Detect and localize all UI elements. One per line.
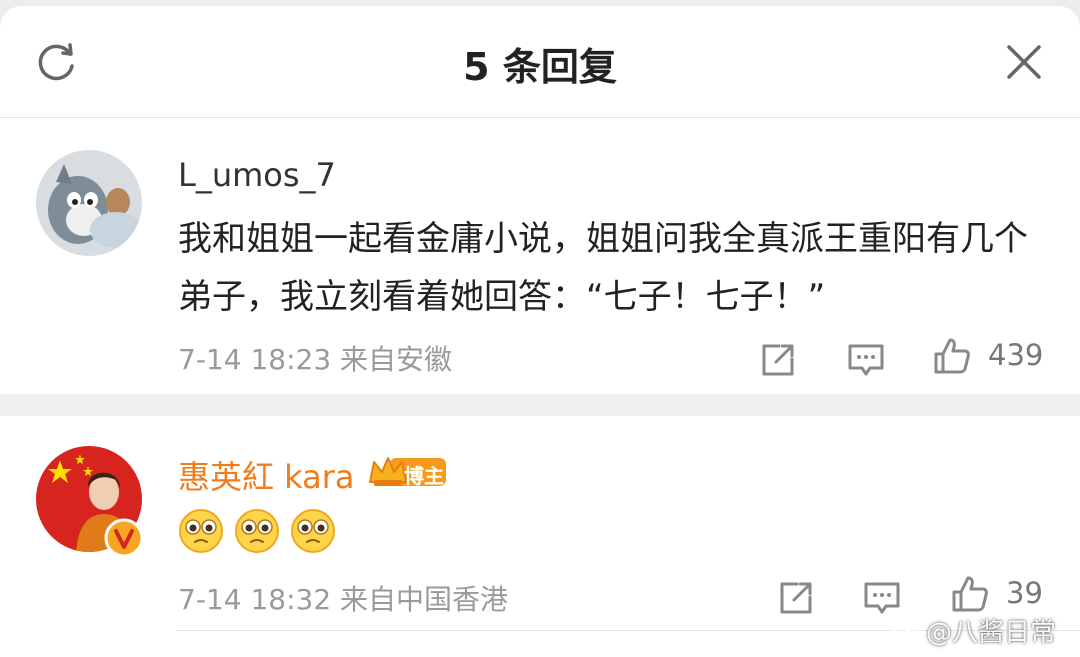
comment-username[interactable]: L_umos_7 xyxy=(178,156,336,194)
tearful-face-emoji xyxy=(291,509,335,553)
section-divider xyxy=(0,394,1080,416)
watermark-text: @八酱日常 xyxy=(926,618,1057,648)
page-title: 5 条回复 xyxy=(463,45,617,89)
comment-meta: 7-14 18:32 来自中国香港 xyxy=(178,578,508,618)
replies-sheet: 5 条回复 L_umos_7 我和姐姐一起看金庸小说，姐姐问我全真派王重阳有几个… xyxy=(0,6,1080,657)
sheet-header: 5 条回复 xyxy=(0,6,1080,118)
comment-username[interactable]: 惠英紅 kara xyxy=(178,452,355,498)
comment-time: 7-14 18:23 xyxy=(178,343,332,376)
cartoon-cat-avatar[interactable] xyxy=(36,150,142,256)
comment-source: 来自安徽 xyxy=(340,343,453,376)
weibo-logo-icon xyxy=(887,621,919,648)
share-icon[interactable] xyxy=(776,578,816,618)
comment-source: 来自中国香港 xyxy=(340,583,509,616)
like-count: 439 xyxy=(988,338,1044,372)
verified-v-icon xyxy=(104,518,144,558)
comment-meta: 7-14 18:23 来自安徽 xyxy=(178,338,452,378)
comment-text: 我和姐姐一起看金庸小说，姐姐问我全真派王重阳有几个弟子，我立刻看着她回答：“七子… xyxy=(178,219,1028,317)
share-icon[interactable] xyxy=(758,340,798,380)
tearful-face-emoji xyxy=(179,509,223,553)
watermark: @八酱日常 xyxy=(886,612,1056,652)
comment-icon[interactable] xyxy=(846,340,886,380)
thumbs-up-icon[interactable] xyxy=(950,574,990,614)
blogger-badge: 博主 xyxy=(404,464,444,488)
like-count: 39 xyxy=(1006,576,1043,610)
emoji-row xyxy=(178,508,346,558)
thumbs-up-icon[interactable] xyxy=(932,336,972,376)
comment-item: L_umos_7 我和姐姐一起看金庸小说，姐姐问我全真派王重阳有几个弟子，我立刻… xyxy=(0,118,1080,394)
tearful-face-emoji xyxy=(235,509,279,553)
close-icon[interactable] xyxy=(1004,42,1044,82)
comment-time: 7-14 18:32 xyxy=(178,583,332,616)
